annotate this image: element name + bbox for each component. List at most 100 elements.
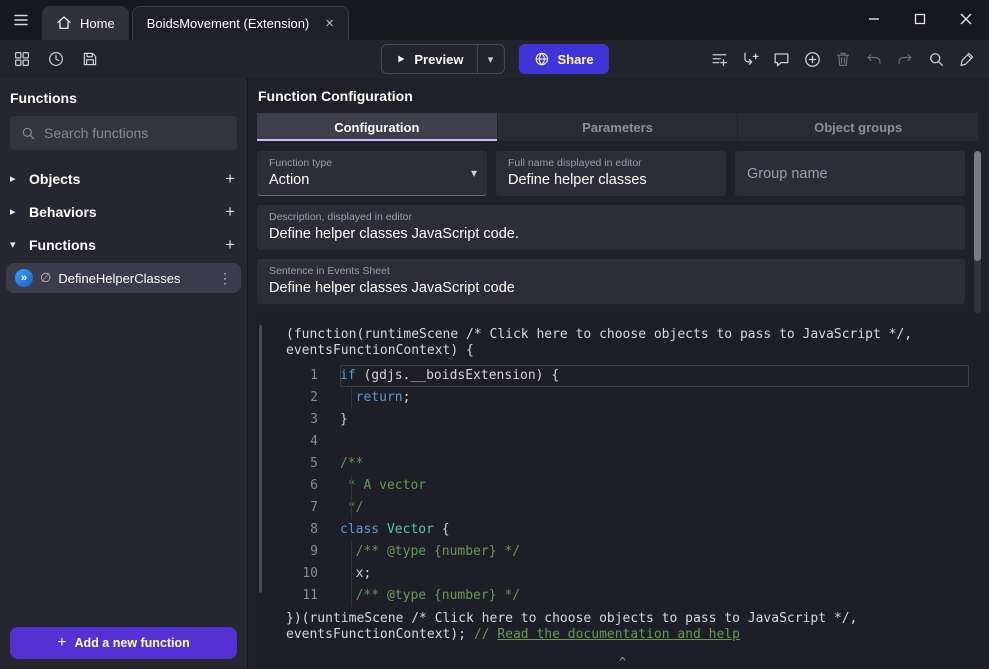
paintbrush-icon [958,50,976,68]
code-editor[interactable]: (function(runtimeScene /* Click here to … [256,319,989,669]
tab-home[interactable]: Home [42,6,129,40]
sentence-label: Sentence in Events Sheet [269,265,953,277]
function-item-menu-icon[interactable]: ⋮ [218,270,232,287]
code-line[interactable]: 9 /** @type {number} */ [256,541,975,563]
function-item-label: DefineHelperClasses [58,271,211,286]
tab-configuration[interactable]: Configuration [257,113,497,141]
chevron-down-icon: ▾ [471,166,477,180]
sidebar-item-functions[interactable]: ▾ Functions + [0,228,247,261]
hamburger-menu-button[interactable] [0,0,42,40]
code-line[interactable]: 7 */ [256,497,975,519]
preview-dropdown-button[interactable]: ▾ [478,45,504,73]
redo-button[interactable] [891,45,919,73]
search-functions-input[interactable] [44,125,227,141]
add-new-function-button[interactable]: + Add a new function [10,627,237,659]
form-scrollbar-track[interactable] [974,151,981,313]
undo-button[interactable] [860,45,888,73]
preview-button-main[interactable]: Preview [381,45,476,73]
group-name-input[interactable] [747,166,953,182]
window-controls [851,0,989,38]
trash-icon [834,50,852,68]
window-maximize-button[interactable] [897,0,943,38]
globe-icon [534,51,550,67]
function-type-label: Function type [269,157,475,169]
search-button[interactable] [922,45,950,73]
tree-label-behaviors: Behaviors [29,204,218,220]
toolbar-right-group [705,45,981,73]
code-footer-line[interactable]: })(runtimeScene /* Click here to choose … [286,609,975,645]
add-function-plus-button[interactable]: + [225,236,235,253]
tab-boidsmovement[interactable]: BoidsMovement (Extension) × [132,6,349,40]
preview-button[interactable]: Preview ▾ [380,44,504,74]
history-button[interactable] [42,45,70,73]
group-name-field[interactable] [735,151,965,196]
full-name-field[interactable]: Full name displayed in editor Define hel… [496,151,726,196]
toolbar: Preview ▾ Share [0,40,989,78]
share-button[interactable]: Share [519,44,609,74]
delete-button[interactable] [829,45,857,73]
tree-label-functions: Functions [29,237,218,253]
line-number: 5 [256,453,318,475]
add-comment-button[interactable] [767,45,795,73]
tab-close-icon[interactable]: × [325,16,334,31]
scroll-up-caret-icon[interactable]: ^ [619,655,626,669]
search-icon [927,50,945,68]
add-event-button[interactable] [705,45,733,73]
function-type-select[interactable]: Function type Action ▾ [257,151,487,196]
add-other-event-button[interactable] [798,45,826,73]
code-line[interactable]: 4 [256,431,975,453]
code-line[interactable]: 6 * A vector [256,475,975,497]
sidebar-item-behaviors[interactable]: ▸ Behaviors + [0,195,247,228]
description-label: Description, displayed in editor [269,211,953,223]
code-line[interactable]: 2 return; [256,387,975,409]
function-item-definehelperclasses[interactable]: » ∅ DefineHelperClasses ⋮ [6,263,241,293]
app-window: Home BoidsMovement (Extension) × [0,0,989,669]
code-header-line[interactable]: (function(runtimeScene /* Click here to … [286,325,975,361]
add-new-function-label: Add a new function [75,636,190,650]
hamburger-icon [12,11,30,29]
code-line[interactable]: 5/** [256,453,975,475]
clock-icon [47,50,65,68]
sidebar-item-objects[interactable]: ▸ Objects + [0,162,247,195]
add-object-button[interactable]: + [225,170,235,187]
window-close-button[interactable] [943,0,989,38]
line-number: 6 [256,475,318,497]
line-number: 1 [256,365,318,387]
line-number: 10 [256,563,318,585]
description-field[interactable]: Description, displayed in editor Define … [257,205,965,250]
description-value: Define helper classes JavaScript code. [269,226,953,242]
save-button[interactable] [76,45,104,73]
code-line[interactable]: 11 /** @type {number} */ [256,585,975,607]
panel-title: Function Configuration [248,78,989,113]
code-line[interactable]: 1if (gdjs.__boidsExtension) { [256,365,975,387]
add-behavior-button[interactable]: + [225,203,235,220]
chevron-right-icon[interactable]: ▸ [10,205,22,218]
sidebar-spacer [0,295,247,617]
form-scrollbar-thumb[interactable] [974,151,981,261]
search-functions-box[interactable] [10,116,237,150]
code-line[interactable]: 10 x; [256,563,975,585]
line-number: 7 [256,497,318,519]
code-line[interactable]: 3} [256,409,975,431]
layout-grid-icon [13,50,31,68]
tab-parameters[interactable]: Parameters [498,113,738,141]
configuration-form: Function type Action ▾ Full name display… [248,141,989,319]
tab-doc-label: BoidsMovement (Extension) [147,16,310,31]
line-number: 8 [256,519,318,541]
sentence-field[interactable]: Sentence in Events Sheet Define helper c… [257,259,965,304]
plus-icon: + [57,634,66,652]
sidebar-title: Functions [0,78,247,116]
edit-scene-button[interactable] [953,45,981,73]
documentation-link[interactable]: Read the documentation and help [497,627,740,642]
play-icon [394,53,406,65]
add-subevent-button[interactable] [736,45,764,73]
tab-object-groups[interactable]: Object groups [738,113,978,141]
chevron-right-icon[interactable]: ▸ [10,172,22,185]
tab-home-label: Home [80,16,115,31]
code-line[interactable]: 8class Vector { [256,519,975,541]
chevron-down-icon[interactable]: ▾ [10,238,22,251]
window-minimize-button[interactable] [851,0,897,38]
redo-icon [896,50,914,68]
project-manager-button[interactable] [8,45,36,73]
full-name-value: Define helper classes [508,172,714,188]
